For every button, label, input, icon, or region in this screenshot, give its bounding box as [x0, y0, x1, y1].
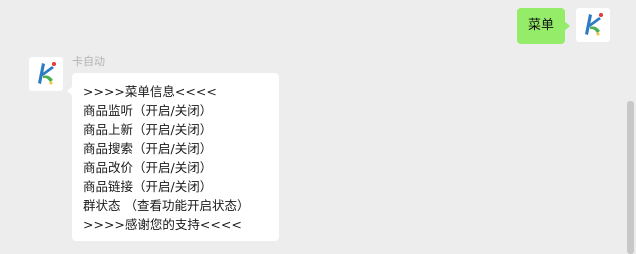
menu-footer-line: >>>>感谢您的支持<<<< [83, 217, 242, 232]
menu-item-link: 商品链接（开启/关闭） [83, 179, 213, 194]
my-message-text: 菜单 [527, 18, 554, 33]
menu-item-price-change: 商品改价（开启/关闭） [83, 160, 213, 175]
avatar-logo-icon [38, 62, 56, 85]
bot-sender-name: 卡自动 [72, 55, 105, 68]
avatar-logo-icon [585, 13, 603, 36]
menu-item-new-arrivals: 商品上新（开启/关闭） [83, 122, 213, 137]
chat-scrollbar[interactable] [627, 101, 634, 254]
bot-message-bubble[interactable]: >>>>菜单信息<<<< 商品监听（开启/关闭） 商品上新（开启/关闭） 商品搜… [67, 73, 279, 241]
bot-avatar[interactable] [29, 57, 63, 91]
my-message-bubble[interactable]: 菜单 [516, 8, 571, 44]
menu-item-group-status: 群状态 （查看功能开启状态） [83, 198, 250, 213]
my-avatar[interactable] [576, 8, 610, 42]
menu-item-search: 商品搜索（开启/关闭） [83, 141, 213, 156]
menu-item-monitor: 商品监听（开启/关闭） [83, 103, 213, 118]
menu-header-line: >>>>菜单信息<<<< [83, 84, 217, 99]
